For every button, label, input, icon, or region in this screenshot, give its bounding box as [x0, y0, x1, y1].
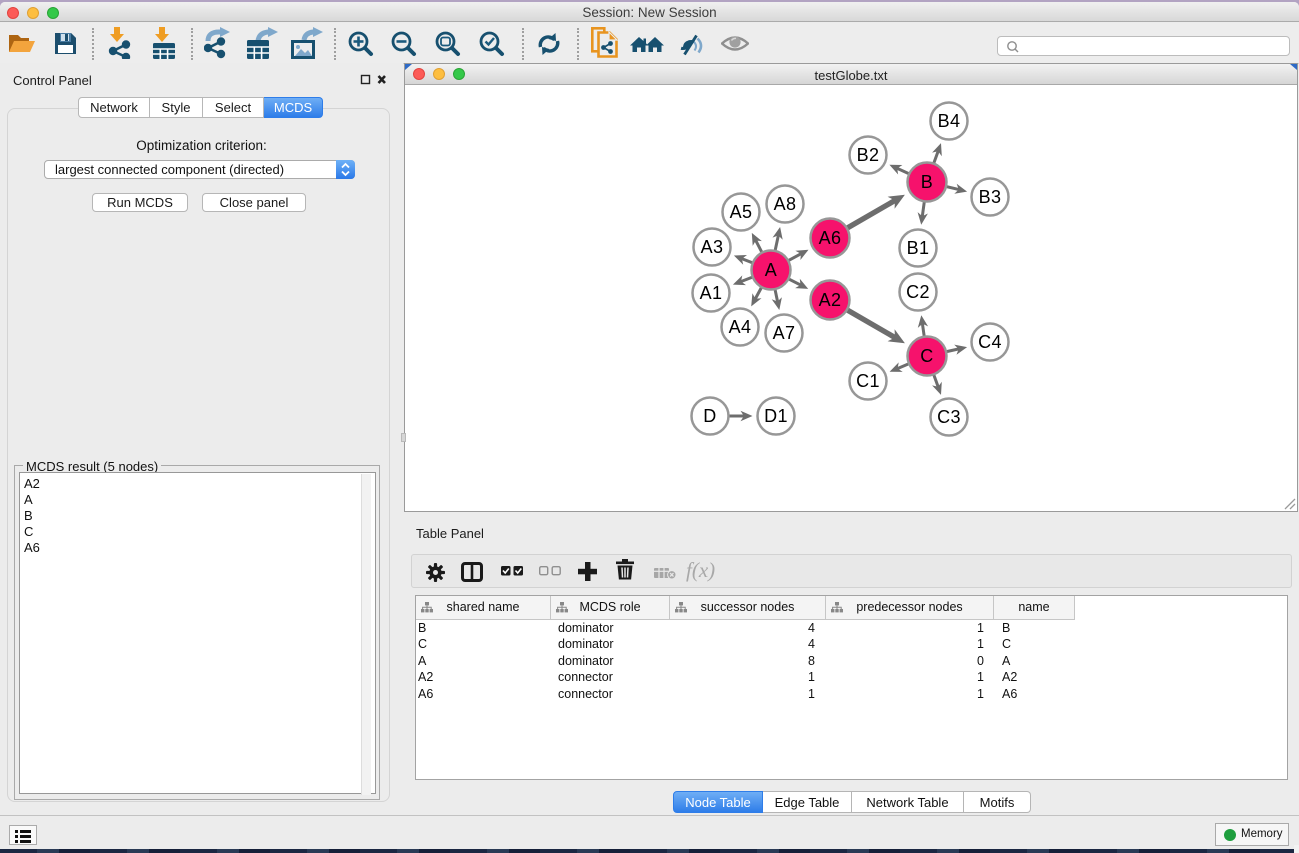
svg-text:A7: A7 — [773, 323, 796, 343]
svg-text:B2: B2 — [857, 145, 880, 165]
svg-text:D: D — [703, 406, 716, 426]
svg-text:A8: A8 — [774, 194, 797, 214]
svg-text:B3: B3 — [979, 187, 1002, 207]
svg-text:A2: A2 — [819, 290, 842, 310]
svg-text:C2: C2 — [906, 282, 930, 302]
svg-text:A4: A4 — [729, 317, 752, 337]
svg-text:C3: C3 — [937, 407, 961, 427]
svg-text:A6: A6 — [819, 228, 842, 248]
svg-text:C4: C4 — [978, 332, 1002, 352]
svg-text:D1: D1 — [764, 406, 788, 426]
svg-text:B1: B1 — [907, 238, 930, 258]
svg-text:B: B — [921, 172, 933, 192]
svg-text:B4: B4 — [938, 111, 961, 131]
svg-text:C: C — [920, 346, 933, 366]
svg-text:A3: A3 — [701, 237, 724, 257]
svg-text:A: A — [765, 260, 777, 280]
svg-text:A5: A5 — [730, 202, 753, 222]
svg-text:A1: A1 — [700, 283, 723, 303]
svg-text:C1: C1 — [856, 371, 880, 391]
